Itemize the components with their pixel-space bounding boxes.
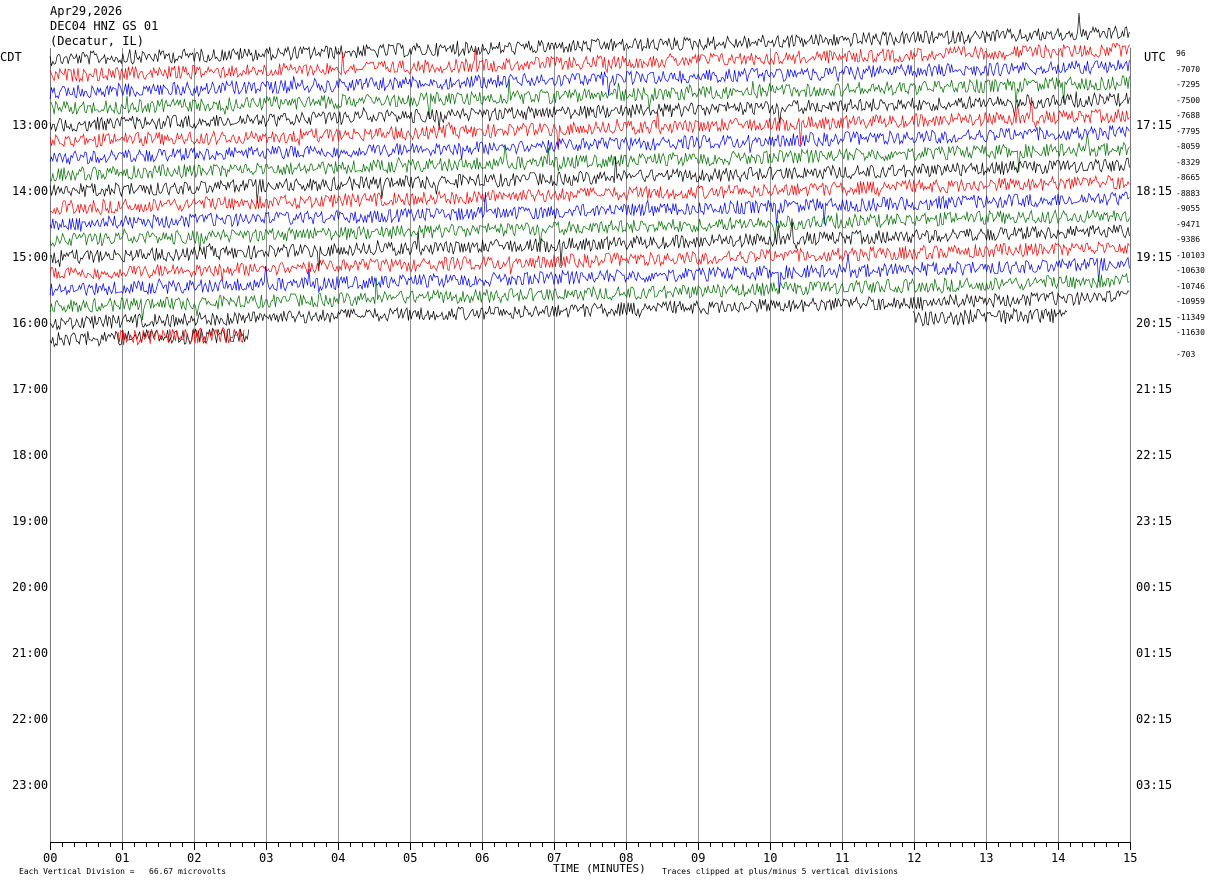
left-time-label: 13:00 [12, 118, 49, 132]
trace-offset-label: -7688 [1176, 111, 1201, 120]
x-axis-title: TIME (MINUTES) [553, 862, 646, 875]
x-tick-label: 02 [187, 851, 202, 865]
trace-offset-label: -8329 [1176, 157, 1201, 167]
left-time-label: 20:00 [12, 580, 49, 594]
seismic-trace-7 [49, 124, 1130, 165]
x-tick-label: 10 [763, 851, 778, 865]
seismic-trace-2 [49, 42, 1130, 83]
trace-offset-label: -703 [1176, 350, 1196, 359]
seismic-trace-1 [49, 12, 1130, 67]
footer-scale-note: Each Vertical Division = 66.67 microvolt… [19, 867, 227, 876]
trace-offset-label: 96 [1176, 49, 1186, 58]
x-tick-label: 05 [403, 851, 418, 865]
right-time-label: 02:15 [1136, 712, 1173, 726]
x-tick-label: 00 [43, 851, 58, 865]
trace-offset-label: -10746 [1176, 281, 1205, 291]
trace-offset-label: -7295 [1176, 80, 1201, 89]
x-tick-label: 09 [691, 851, 706, 865]
left-time-label: 16:00 [12, 316, 49, 330]
trace-offset-label: -7070 [1176, 64, 1201, 74]
left-time-label: 23:00 [12, 778, 49, 792]
trace-offset-label: -7795 [1176, 126, 1201, 136]
right-time-label: 17:15 [1136, 118, 1173, 132]
x-tick-label: 15 [1123, 851, 1138, 865]
right-time-label: 19:15 [1136, 250, 1173, 264]
trace-offset-label: -8883 [1176, 188, 1201, 198]
trace-offset-label: -7500 [1176, 95, 1201, 105]
right-time-label: 03:15 [1136, 778, 1173, 792]
x-tick-label: 13 [979, 851, 994, 865]
x-tick-label: 06 [475, 851, 490, 865]
seismic-trace-partial-2 [117, 326, 245, 346]
right-time-label: 21:15 [1136, 382, 1173, 396]
seismogram-plot [49, 12, 1131, 850]
right-time-label: 01:15 [1136, 646, 1173, 660]
seismic-trace-partial-3 [912, 307, 1068, 327]
seismic-traces [49, 12, 1130, 348]
left-time-label: 21:00 [12, 646, 49, 660]
x-tick-label: 14 [1051, 851, 1066, 865]
seismic-trace-17 [49, 289, 1130, 331]
seismic-trace-8 [49, 133, 1130, 182]
left-time-label: 15:00 [12, 250, 49, 264]
right-time-label: 23:15 [1136, 514, 1173, 528]
right-time-label: 00:15 [1136, 580, 1173, 594]
seismic-trace-15 [49, 254, 1130, 297]
time-axis [50, 842, 1131, 850]
trace-offset-label: -9471 [1176, 219, 1201, 229]
footer-clip-note: Traces clipped at plus/minus 5 vertical … [662, 867, 899, 876]
trace-offset-label: -11349 [1176, 312, 1205, 322]
trace-offset-label: -8665 [1176, 173, 1201, 182]
trace-offset-label: -11630 [1176, 328, 1205, 337]
right-time-label: 18:15 [1136, 184, 1173, 198]
right-time-label: 20:15 [1136, 316, 1173, 330]
left-time-label: 14:00 [12, 184, 49, 198]
left-time-label: 22:00 [12, 712, 49, 726]
seismic-trace-9 [49, 156, 1130, 204]
x-tick-label: 12 [907, 851, 922, 865]
x-tick-label: 04 [331, 851, 346, 865]
trace-offset-label: -10103 [1176, 250, 1205, 260]
trace-offset-label: -9055 [1176, 204, 1201, 213]
x-tick-label: 01 [115, 851, 130, 865]
left-time-label: 18:00 [12, 448, 49, 462]
trace-offset-label: -10630 [1176, 266, 1205, 275]
left-time-label: 19:00 [12, 514, 49, 528]
trace-offset-label: -8059 [1176, 142, 1201, 151]
x-tick-label: 03 [259, 851, 274, 865]
trace-offset-label: -10959 [1176, 297, 1205, 306]
x-tick-label: 11 [835, 851, 850, 865]
right-time-label: 22:15 [1136, 448, 1173, 462]
trace-offset-label: -9386 [1176, 235, 1201, 244]
left-time-label: 17:00 [12, 382, 49, 396]
